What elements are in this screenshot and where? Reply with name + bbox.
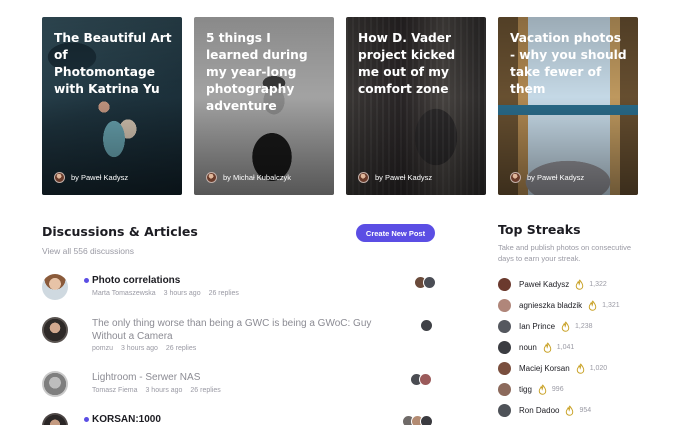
discussion-replies: 26 replies bbox=[165, 345, 197, 352]
flame-icon bbox=[538, 384, 547, 395]
participant-avatar bbox=[419, 373, 432, 386]
streak-user-row[interactable]: Ian Prince 1,238 bbox=[498, 316, 648, 337]
discussion-author[interactable]: Tomasz Fiema bbox=[92, 387, 138, 394]
streak-count: 1,238 bbox=[575, 323, 593, 330]
discussion-time: 3 hours ago bbox=[145, 387, 183, 394]
streak-leaderboard: Paweł Kadysz 1,322 agnieszka bladzik 1,3… bbox=[498, 274, 648, 421]
author-name: by Paweł Kadysz bbox=[527, 173, 585, 182]
article-author[interactable]: by Paweł Kadysz bbox=[358, 172, 432, 183]
streak-user-name[interactable]: agnieszka bladzik bbox=[519, 301, 582, 310]
discussion-author[interactable]: Marta Tomaszewska bbox=[92, 290, 156, 297]
article-card[interactable]: 5 things I learned during my year-long p… bbox=[194, 17, 334, 195]
streak-user-name[interactable]: Ian Prince bbox=[519, 322, 555, 331]
avatar bbox=[498, 383, 511, 396]
discussion-meta: pomzu 3 hours ago 26 replies bbox=[92, 345, 202, 352]
author-avatar bbox=[510, 172, 521, 183]
article-title[interactable]: 5 things I learned during my year-long p… bbox=[206, 30, 324, 115]
avatar bbox=[498, 278, 511, 291]
streak-user-row[interactable]: agnieszka bladzik 1,321 bbox=[498, 295, 648, 316]
featured-articles: The Beautiful Art of Photomontage with K… bbox=[42, 17, 638, 195]
article-author[interactable]: by Michał Kubalczyk bbox=[206, 172, 291, 183]
author-name: by Michał Kubalczyk bbox=[223, 173, 291, 182]
author-avatar bbox=[54, 172, 65, 183]
streak-user-row[interactable]: Paweł Kadysz 1,322 bbox=[498, 274, 648, 295]
discussion-title[interactable]: Photo correlations bbox=[92, 274, 180, 287]
avatar bbox=[42, 317, 68, 343]
streak-user-row[interactable]: Ron Dadoo 954 bbox=[498, 400, 648, 421]
view-all-discussions-link[interactable]: View all 556 discussions bbox=[42, 246, 134, 256]
streak-count: 1,020 bbox=[589, 365, 608, 372]
streak-user-row[interactable]: Maciej Korsan 1,020 bbox=[498, 358, 648, 379]
avatar bbox=[42, 274, 68, 300]
flame-icon bbox=[576, 279, 584, 290]
flame-icon bbox=[561, 321, 570, 332]
discussion-time: 3 hours ago bbox=[163, 290, 201, 297]
avatar bbox=[42, 413, 68, 425]
discussion-replies: 26 replies bbox=[190, 387, 221, 394]
streak-count: 954 bbox=[579, 407, 592, 414]
discussion-title[interactable]: KORSAN:1000 bbox=[92, 413, 161, 425]
discussion-meta: Marta Tomaszewska 3 hours ago 26 replies bbox=[92, 290, 245, 297]
article-title[interactable]: Vacation photos - why you should take fe… bbox=[510, 30, 628, 98]
avatar bbox=[498, 320, 511, 333]
streak-user-name[interactable]: Paweł Kadysz bbox=[519, 280, 569, 289]
streak-count: 1,041 bbox=[556, 344, 575, 351]
streak-count: 996 bbox=[551, 386, 564, 393]
streak-user-row[interactable]: tigg 996 bbox=[498, 379, 648, 400]
avatar bbox=[498, 362, 511, 375]
participant-avatar bbox=[420, 319, 433, 332]
discussion-row[interactable]: The only thing worse than being a GWC is… bbox=[42, 317, 436, 355]
participants bbox=[402, 415, 433, 425]
discussion-replies: 26 replies bbox=[208, 290, 239, 297]
avatar bbox=[498, 404, 511, 417]
flame-icon bbox=[588, 300, 597, 311]
article-card[interactable]: How D. Vader project kicked me out of my… bbox=[346, 17, 486, 195]
discussion-author[interactable]: pomzu bbox=[92, 345, 113, 352]
participant-avatar bbox=[420, 415, 433, 425]
discussion-row[interactable]: Lightroom - Serwer NAS Tomasz Fiema 3 ho… bbox=[42, 371, 436, 399]
author-name: by Paweł Kadysz bbox=[71, 173, 129, 182]
top-streaks-description: Take and publish photos on consecutive d… bbox=[498, 243, 632, 263]
article-author[interactable]: by Paweł Kadysz bbox=[510, 172, 584, 183]
article-card[interactable]: Vacation photos - why you should take fe… bbox=[498, 17, 638, 195]
article-title[interactable]: How D. Vader project kicked me out of my… bbox=[358, 30, 476, 98]
discussions-heading: Discussions & Articles bbox=[42, 224, 198, 239]
article-title[interactable]: The Beautiful Art of Photomontage with K… bbox=[54, 30, 172, 98]
flame-icon bbox=[566, 405, 574, 416]
avatar bbox=[42, 371, 68, 397]
top-streaks-heading: Top Streaks bbox=[498, 222, 581, 237]
article-card[interactable]: The Beautiful Art of Photomontage with K… bbox=[42, 17, 182, 195]
unread-indicator bbox=[84, 278, 89, 283]
discussion-title[interactable]: Lightroom - Serwer NAS bbox=[92, 371, 382, 384]
participants bbox=[420, 319, 433, 332]
flame-icon bbox=[543, 342, 552, 353]
author-avatar bbox=[358, 172, 369, 183]
participant-avatar bbox=[423, 276, 436, 289]
avatar bbox=[498, 341, 511, 354]
unread-indicator bbox=[84, 417, 89, 422]
author-avatar bbox=[206, 172, 217, 183]
streak-user-name[interactable]: tigg bbox=[519, 385, 532, 394]
create-new-post-button[interactable]: Create New Post bbox=[356, 224, 435, 242]
streak-count: 1,321 bbox=[602, 302, 620, 309]
participants bbox=[414, 276, 436, 289]
discussion-row[interactable]: KORSAN:1000 bbox=[42, 413, 436, 425]
avatar bbox=[498, 299, 511, 312]
flame-icon bbox=[576, 363, 584, 374]
discussion-meta: Tomasz Fiema 3 hours ago 26 replies bbox=[92, 387, 227, 394]
discussion-row[interactable]: Photo correlations Marta Tomaszewska 3 h… bbox=[42, 274, 436, 304]
streak-user-row[interactable]: noun 1,041 bbox=[498, 337, 648, 358]
streak-count: 1,322 bbox=[589, 281, 607, 288]
article-author[interactable]: by Paweł Kadysz bbox=[54, 172, 128, 183]
participants bbox=[410, 373, 432, 386]
discussion-time: 3 hours ago bbox=[120, 345, 158, 352]
streak-user-name[interactable]: Maciej Korsan bbox=[519, 364, 570, 373]
discussion-title[interactable]: The only thing worse than being a GWC is… bbox=[92, 317, 382, 343]
author-name: by Paweł Kadysz bbox=[375, 173, 433, 182]
streak-user-name[interactable]: Ron Dadoo bbox=[519, 406, 559, 415]
streak-user-name[interactable]: noun bbox=[519, 343, 537, 352]
